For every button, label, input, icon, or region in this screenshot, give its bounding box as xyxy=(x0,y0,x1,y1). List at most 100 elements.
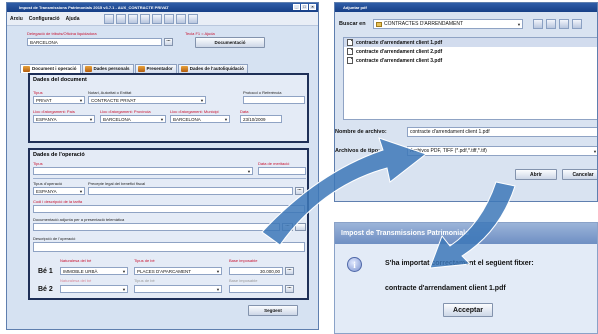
seguent-label: Següent xyxy=(264,308,282,313)
be1-naturalesa-select[interactable]: IMMOBLE URBÀ xyxy=(60,267,128,275)
toolbar xyxy=(103,13,198,24)
delegacio-input[interactable]: BARCELONA xyxy=(27,38,162,46)
save-icon[interactable] xyxy=(127,13,138,24)
seguent-button[interactable]: Següent xyxy=(248,305,298,316)
help-icon[interactable] xyxy=(187,13,198,24)
cancelar-label: Cancelar xyxy=(572,172,594,178)
be1-tipus-select[interactable]: PLACES D'APARCAMENT xyxy=(134,267,222,275)
precepte-browse-button[interactable]: ... xyxy=(295,187,304,195)
codi-tarifa-label: Codi i descripció de la tarifa xyxy=(33,199,83,204)
file-item[interactable]: contracte d'arrendament client 1.pdf xyxy=(344,38,597,47)
abrir-label: Abrir xyxy=(530,172,542,178)
tab-presentador[interactable]: Presentador xyxy=(134,64,177,73)
lloc-prov-select[interactable]: BARCELONA xyxy=(100,115,166,123)
be2-tipus-select[interactable] xyxy=(134,285,222,293)
buscar-select[interactable]: CONTRACTES D'ARRENDAMENT xyxy=(373,19,523,29)
doc-adjunta-label: Documentació adjunta per a presentació t… xyxy=(33,217,125,222)
folder-icon xyxy=(376,22,382,27)
documentacio-button[interactable]: Documentació xyxy=(195,37,265,48)
file-icon xyxy=(347,57,353,64)
tab-label: Document i operació xyxy=(32,66,77,71)
tab-document-operacio[interactable]: Document i operació xyxy=(20,64,81,73)
descripcio-label: Descripció de l'operació xyxy=(33,236,76,241)
data-input[interactable]: 23/10/2009 xyxy=(240,115,282,123)
lloc-mun-label: Lloc d'atorgament: Municipi xyxy=(170,109,219,114)
file-dialog: Adjuntar pdf Buscar en CONTRACTES D'ARRE… xyxy=(334,2,598,202)
delegacio-browse-button[interactable]: ... xyxy=(164,38,173,46)
acceptar-label: Acceptar xyxy=(453,307,483,314)
new-folder-icon[interactable] xyxy=(546,19,556,29)
protocol-label: Protocol o Referència xyxy=(243,90,282,95)
new-icon[interactable] xyxy=(103,13,114,24)
op-tipus-select[interactable] xyxy=(33,167,253,175)
header-area: Delegació de tributs/Oficina liquidadora… xyxy=(17,31,312,63)
be2-base-input[interactable] xyxy=(229,285,283,293)
file-name: contracte d'arrendament client 3.pdf xyxy=(356,57,443,64)
tipus-operacio-label: Tipus d'operació xyxy=(33,181,63,186)
lloc-pais-select[interactable]: ESPANYA xyxy=(33,115,95,123)
be1-browse-button[interactable]: ... xyxy=(285,267,294,275)
doc-adjunta-input[interactable] xyxy=(33,223,280,231)
naturalesa-label: Naturalesa del bé xyxy=(60,258,92,263)
codi-tarifa-input[interactable] xyxy=(33,205,305,213)
tipus-be-label-2: Tipus de bé xyxy=(134,278,155,283)
data-meritacio-input[interactable] xyxy=(258,167,306,175)
tab-document-icon xyxy=(23,66,30,72)
menu-ajuda[interactable]: Ajuda xyxy=(66,16,80,22)
details-view-icon[interactable] xyxy=(572,19,582,29)
precepte-input[interactable] xyxy=(88,187,293,195)
open-icon[interactable] xyxy=(115,13,126,24)
acceptar-button[interactable]: Acceptar xyxy=(443,303,493,317)
abrir-button[interactable]: Abrir xyxy=(515,169,557,180)
tab-presenter-icon xyxy=(137,66,145,72)
be1-base-input[interactable]: 30.000,00 xyxy=(229,267,283,275)
maximize-icon[interactable]: □ xyxy=(301,4,308,10)
file-name: contracte d'arrendament client 1.pdf xyxy=(356,39,443,46)
print-icon[interactable] xyxy=(139,13,150,24)
protocol-input[interactable] xyxy=(243,96,305,104)
doc-tipus-select[interactable]: PRIVAT xyxy=(33,96,85,104)
file-icon xyxy=(347,48,353,55)
nombre-input[interactable]: contracte d'arrendament client 1.pdf xyxy=(407,127,597,137)
doc-adjunta-browse-button[interactable]: ... xyxy=(282,223,293,231)
tipus-operacio-select[interactable]: ESPANYA xyxy=(33,187,85,195)
archivos-label: Archivos de tipo: xyxy=(335,148,380,154)
dades-document-title: Dades del document xyxy=(33,77,87,83)
file-item[interactable]: contracte d'arrendament client 2.pdf xyxy=(344,47,597,56)
nombre-label: Nombre de archivo: xyxy=(335,129,387,135)
file-item[interactable]: contracte d'arrendament client 3.pdf xyxy=(344,56,597,65)
buscar-value: CONTRACTES D'ARRENDAMENT xyxy=(384,21,464,27)
message-text: S'ha importat correctament el següent fi… xyxy=(385,260,534,267)
help-hint: Tecla F1 = Ajuda xyxy=(185,31,215,36)
minimize-icon[interactable]: _ xyxy=(293,4,300,10)
file-list: contracte d'arrendament client 1.pdf con… xyxy=(343,37,597,120)
be2-naturalesa-select[interactable] xyxy=(60,285,128,293)
menu-arxiu[interactable]: Arxiu xyxy=(10,16,23,22)
archivos-select[interactable]: Archivos PDF, TIFF (*.pdf,*.tiff,*.tif) xyxy=(407,146,597,156)
validate-icon[interactable] xyxy=(163,13,174,24)
be2-label: Bé 2 xyxy=(38,286,53,293)
cancelar-button[interactable]: Cancelar xyxy=(562,169,597,180)
up-folder-icon[interactable] xyxy=(533,19,543,29)
attach-icon[interactable] xyxy=(151,13,162,24)
file-icon xyxy=(347,39,353,46)
notari-select[interactable]: CONTRACTE PRIVAT xyxy=(88,96,206,104)
buscar-label: Buscar en xyxy=(339,21,366,27)
tab-dades-personals[interactable]: Dades personals xyxy=(81,64,134,73)
base-label: Base imposable xyxy=(229,258,258,263)
descripcio-input[interactable] xyxy=(33,242,305,252)
menu-configuracio[interactable]: Configuració xyxy=(29,16,60,22)
list-view-icon[interactable] xyxy=(559,19,569,29)
close-icon[interactable]: × xyxy=(309,4,316,10)
notari-label: Notari, Autoritat o Entitat xyxy=(88,90,132,95)
file-dialog-title-bar: Adjuntar pdf xyxy=(335,3,597,12)
base-label-2: Base imposable xyxy=(229,278,258,283)
main-title-bar: Impost de Transmissions Patrimonials 201… xyxy=(7,3,318,12)
lloc-mun-select[interactable]: BARCELONA xyxy=(170,115,230,123)
tab-label: Dades personals xyxy=(93,66,130,71)
be2-browse-button[interactable]: ... xyxy=(285,285,294,293)
send-icon[interactable] xyxy=(175,13,186,24)
data-label: Data xyxy=(240,109,249,114)
tab-autoliquidacio[interactable]: Dades de l'autoliquidació xyxy=(177,64,248,73)
doc-adjunta-clear-button[interactable] xyxy=(295,223,306,231)
